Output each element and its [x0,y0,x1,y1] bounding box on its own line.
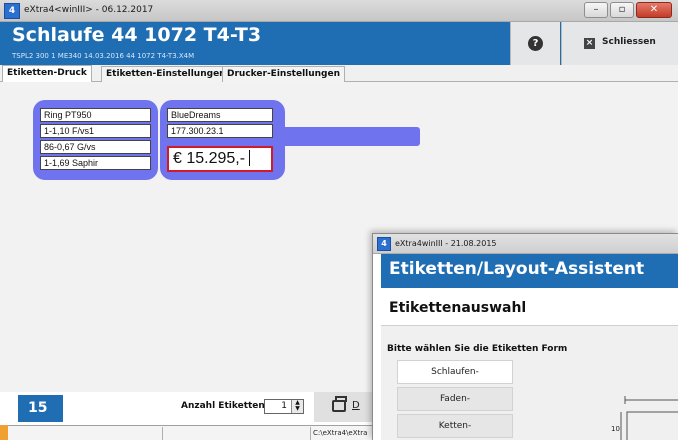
tab-etiketten-einstellungen[interactable]: Etiketten-Einstellungen [101,66,231,82]
price-field[interactable]: € 15.295,- [167,146,273,172]
page-subtitle: TSPL2 300 1 ME340 14.03.2016 44 1072 T4-… [12,52,195,60]
schliessen-label: Schliessen [602,37,656,47]
count-badge: 15 [18,395,63,422]
main-window-title: eXtra4<winIII> - 06.12.2017 [24,5,154,15]
text-cursor [249,150,251,166]
help-button[interactable]: ? [510,22,560,65]
stepper-arrows-icon[interactable]: ▲ ▼ [291,400,303,413]
assistant-window-title: eXtra4winIII - 21.08.2015 [395,239,497,248]
label-line-2[interactable]: 1-1,10 F/vs1 [40,124,151,138]
label-line-1[interactable]: Ring PT950 [40,108,151,122]
print-button[interactable]: D [314,392,372,422]
screen: 4 eXtra4<winIII> - 06.12.2017 – ▫ ✕ Schl… [0,0,678,440]
option-schlaufen[interactable]: Schlaufen- [397,360,513,384]
assistant-header: Etiketten/Layout-Assistent [381,254,678,288]
label-article-number[interactable]: 177.300.23.1 [167,124,273,138]
option-faden[interactable]: Faden- [397,387,513,411]
anzahl-etiketten-stepper[interactable]: 1 ▲ ▼ [264,399,304,414]
label-line-4[interactable]: 1-1,69 Saphir [40,156,151,170]
question-icon: ? [528,36,543,51]
label-brand[interactable]: BlueDreams [167,108,273,122]
window-close-button[interactable]: ✕ [636,2,672,18]
assistant-subheader: Etikettenauswahl [381,290,678,326]
price-value: € 15.295,- [173,150,246,167]
assistant-window: 4 eXtra4winIII - 21.08.2015 Etiketten/La… [372,233,678,440]
etiketten-form-prompt: Bitte wählen Sie die Etiketten Form [387,344,568,354]
etikettenauswahl-heading: Etikettenauswahl [389,300,527,316]
assistant-app-icon: 4 [377,237,391,251]
close-icon: × [584,38,595,49]
anzahl-etiketten-value: 1 [281,401,287,411]
status-cell-1 [0,427,163,440]
option-ketten[interactable]: Ketten- [397,414,513,438]
label-line-3[interactable]: 86-0,67 G/vs [40,140,151,154]
printer-icon [332,396,347,412]
maximize-button[interactable]: ▫ [610,2,634,18]
assistant-body: Bitte wählen Sie die Etiketten Form Schl… [381,326,678,440]
diagram-frame [626,411,678,440]
status-path: C:\eXtra4\eXtra [313,429,368,437]
assistant-titlebar[interactable]: 4 eXtra4winIII - 21.08.2015 [373,234,678,254]
tab-bar: Etiketten-Druck Etiketten-Einstellungen … [0,65,678,82]
schliessen-button[interactable]: × Schliessen [561,22,678,65]
label-tail [270,127,420,146]
status-indicator [0,425,8,440]
minimize-button[interactable]: – [584,2,608,18]
page-title: Schlaufe 44 1072 T4-T3 [12,24,262,46]
app-icon: 4 [4,3,20,19]
diagram-dimension-label: 10 [611,425,620,433]
status-cell-2 [163,427,311,440]
anzahl-etiketten-label: Anzahl Etiketten [181,401,265,411]
tab-etiketten-druck[interactable]: Etiketten-Druck [2,65,92,82]
main-window-titlebar[interactable]: 4 eXtra4<winIII> - 06.12.2017 – ▫ ✕ [0,0,678,22]
main-header: Schlaufe 44 1072 T4-T3 TSPL2 300 1 ME340… [0,22,678,65]
tab-drucker-einstellungen[interactable]: Drucker-Einstellungen [222,66,346,82]
label-shape-diagram: 10 [611,396,678,440]
print-button-label: D [352,400,360,411]
window-controls: – ▫ ✕ [584,2,672,18]
assistant-title: Etiketten/Layout-Assistent [389,259,645,279]
